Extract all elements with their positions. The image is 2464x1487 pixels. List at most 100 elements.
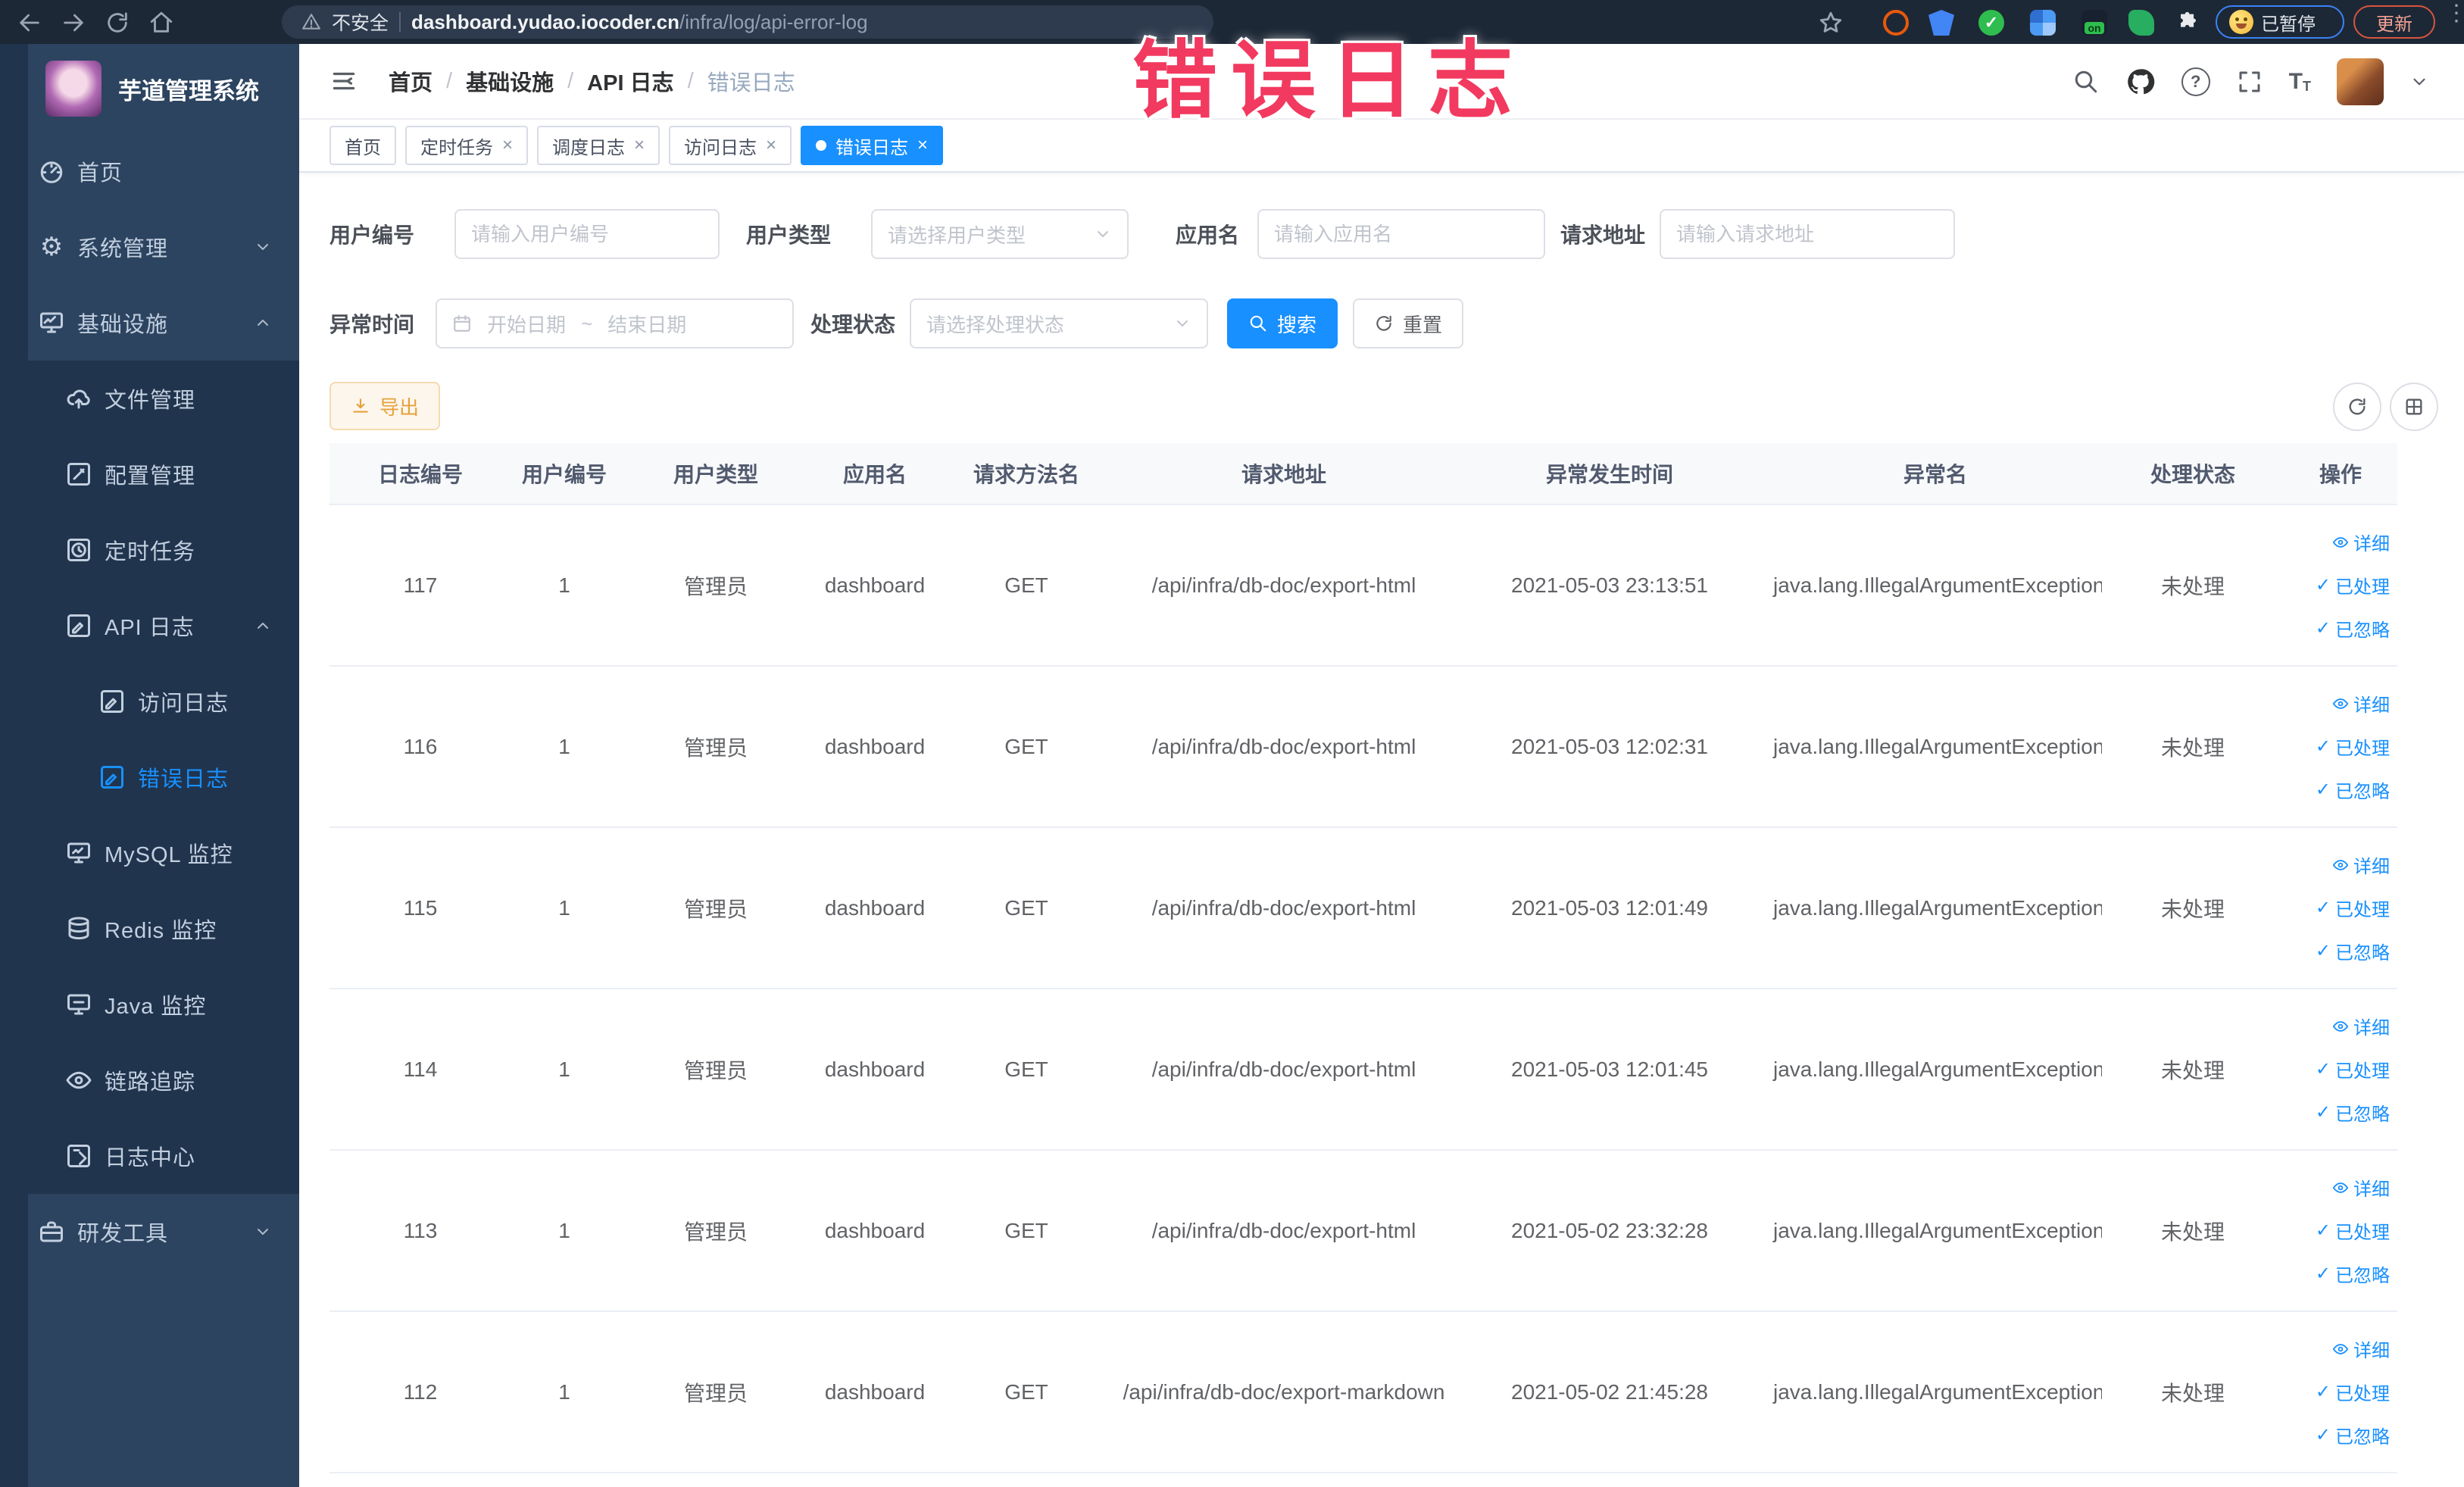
avatar[interactable] [2337, 58, 2384, 105]
detail-link[interactable]: 详细 [2332, 1335, 2390, 1362]
mark-ignored-link[interactable]: ✓ 已忽略 [2316, 1099, 2390, 1126]
sidebar-item-system[interactable]: ⚙ 系统管理 [0, 209, 299, 285]
caret-down-icon[interactable] [2409, 72, 2429, 92]
forward-icon[interactable] [61, 10, 86, 36]
url-bar[interactable]: 不安全 dashboard.yudao.iocoder.cn/infra/log… [282, 5, 1213, 39]
hamburger-icon[interactable] [329, 67, 358, 95]
search-icon[interactable] [2072, 68, 2100, 95]
tag-error-log-active[interactable]: 错误日志 × [801, 126, 944, 165]
sidebar-item-config-management[interactable]: 配置管理 [0, 436, 299, 512]
breadcrumb-item[interactable]: 基础设施 [466, 65, 554, 97]
cell-user-id: 1 [558, 1379, 570, 1404]
search-icon [1250, 315, 1266, 332]
app-logo-row[interactable]: 芋道管理系统 [0, 44, 299, 133]
cell-app-name: dashboard [824, 573, 926, 597]
extension-icon-2[interactable] [1928, 10, 1954, 36]
bookmark-star-icon[interactable] [1818, 10, 1844, 36]
tag-scheduled-jobs[interactable]: 定时任务 × [405, 126, 529, 165]
mark-ignored-link[interactable]: ✓ 已忽略 [2316, 1422, 2390, 1448]
cell-user-type: 管理员 [683, 1058, 748, 1082]
mark-processed-link[interactable]: ✓ 已处理 [2316, 1379, 2390, 1405]
detail-link[interactable]: 详细 [2332, 851, 2390, 878]
filter-url-label-wrap: 请求地址 [1560, 209, 1645, 259]
mark-processed-link[interactable]: ✓ 已处理 [2316, 895, 2390, 921]
sidebar-item-error-log[interactable]: 错误日志 [0, 739, 299, 815]
sidebar-item-infrastructure[interactable]: 基础设施 [0, 285, 299, 361]
mark-ignored-link[interactable]: ✓ 已忽略 [2316, 1261, 2390, 1287]
tag-home[interactable]: 首页 [329, 126, 396, 165]
gear-icon: ⚙ [39, 233, 64, 261]
extension-icon-3[interactable]: ✓ [1978, 10, 2004, 36]
reset-button[interactable]: 重置 [1353, 298, 1464, 348]
close-icon[interactable]: × [766, 135, 776, 156]
profile-paused-chip[interactable]: 已暂停 [2216, 5, 2344, 39]
home-icon[interactable] [148, 10, 174, 36]
cell-app-name: dashboard [824, 895, 926, 920]
breadcrumb-separator: / [446, 68, 453, 93]
detail-link[interactable]: 详细 [2332, 1174, 2390, 1201]
tag-access-log[interactable]: 访问日志 × [669, 126, 792, 165]
extension-icon-1[interactable] [1883, 10, 1909, 36]
app-name-input[interactable] [1257, 209, 1545, 259]
extensions-puzzle-icon[interactable] [2175, 10, 2201, 36]
mark-ignored-link[interactable]: ✓ 已忽略 [2316, 615, 2390, 642]
cell-exception-name: java.lang.IllegalArgumentException [1773, 573, 2102, 597]
edit-square-icon [67, 463, 90, 486]
mark-processed-link[interactable]: ✓ 已处理 [2316, 1217, 2390, 1244]
github-icon[interactable] [2125, 67, 2156, 97]
back-icon[interactable] [17, 10, 42, 36]
cell-exception-name: java.lang.IllegalArgumentException [1773, 734, 2102, 758]
detail-link[interactable]: 详细 [2332, 529, 2390, 555]
extension-icon-5[interactable]: on [2081, 10, 2107, 36]
detail-link[interactable]: 详细 [2332, 1013, 2390, 1039]
close-icon[interactable]: × [634, 135, 645, 156]
breadcrumb-item[interactable]: 首页 [389, 65, 433, 97]
sidebar-item-trace[interactable]: 链路追踪 [0, 1042, 299, 1118]
search-button[interactable]: 搜索 [1227, 298, 1338, 348]
detail-link[interactable]: 详细 [2332, 690, 2390, 717]
sidebar-item-home[interactable]: 首页 [0, 133, 299, 209]
tag-schedule-log[interactable]: 调度日志 × [537, 126, 661, 165]
extension-icon-4[interactable] [2030, 10, 2056, 36]
table-column-settings-button[interactable] [2390, 383, 2438, 431]
request-url-input[interactable] [1660, 209, 1955, 259]
exception-time-range-picker[interactable]: 开始日期 ~ 结束日期 [436, 298, 794, 348]
sidebar-item-log-center[interactable]: 日志中心 [0, 1118, 299, 1194]
sidebar-item-java-monitor[interactable]: Java 监控 [0, 967, 299, 1042]
navbar-actions: ? TT [2072, 44, 2464, 120]
app-name-label: 应用名 [1176, 223, 1240, 247]
chrome-menu-icon[interactable]: ⋮ [2445, 2, 2464, 25]
fullscreen-icon[interactable] [2236, 68, 2263, 95]
mark-processed-link[interactable]: ✓ 已处理 [2316, 572, 2390, 598]
cell-method: GET [1004, 1379, 1048, 1404]
user-type-select[interactable]: 请选择用户类型 [871, 209, 1129, 259]
reload-icon[interactable] [105, 10, 130, 36]
status-select[interactable]: 请选择处理状态 [910, 298, 1208, 348]
table-refresh-button[interactable] [2333, 383, 2381, 431]
mark-ignored-link[interactable]: ✓ 已忽略 [2316, 776, 2390, 803]
extension-icon-6[interactable] [2128, 10, 2154, 36]
sidebar-item-label: Redis 监控 [105, 919, 217, 943]
close-icon[interactable]: × [502, 135, 513, 156]
sidebar-item-scheduled-jobs[interactable]: 定时任务 [0, 512, 299, 588]
filter-request-url [1660, 209, 1955, 259]
sidebar-item-redis-monitor[interactable]: Redis 监控 [0, 891, 299, 967]
user-id-input[interactable] [454, 209, 720, 259]
close-icon[interactable]: × [917, 135, 928, 156]
sidebar-item-file-management[interactable]: 文件管理 [0, 361, 299, 436]
sidebar-item-mysql-monitor[interactable]: MySQL 监控 [0, 815, 299, 891]
sidebar-item-dev-tools[interactable]: 研发工具 [0, 1194, 299, 1270]
sidebar-item-api-log[interactable]: API 日志 [0, 588, 299, 664]
help-icon[interactable]: ? [2181, 67, 2210, 96]
tag-label: 访问日志 [684, 137, 757, 158]
update-button[interactable]: 更新 [2353, 5, 2435, 39]
font-size-icon[interactable]: TT [2289, 70, 2311, 94]
chevron-down-icon [258, 244, 268, 250]
sidebar-item-access-log[interactable]: 访问日志 [0, 664, 299, 739]
mark-ignored-link[interactable]: ✓ 已忽略 [2316, 938, 2390, 964]
export-button[interactable]: 导出 [329, 382, 441, 430]
eye-icon [2332, 1343, 2349, 1354]
mark-processed-link[interactable]: ✓ 已处理 [2316, 733, 2390, 760]
mark-processed-link[interactable]: ✓ 已处理 [2316, 1056, 2390, 1082]
breadcrumb-item[interactable]: API 日志 [587, 65, 673, 97]
